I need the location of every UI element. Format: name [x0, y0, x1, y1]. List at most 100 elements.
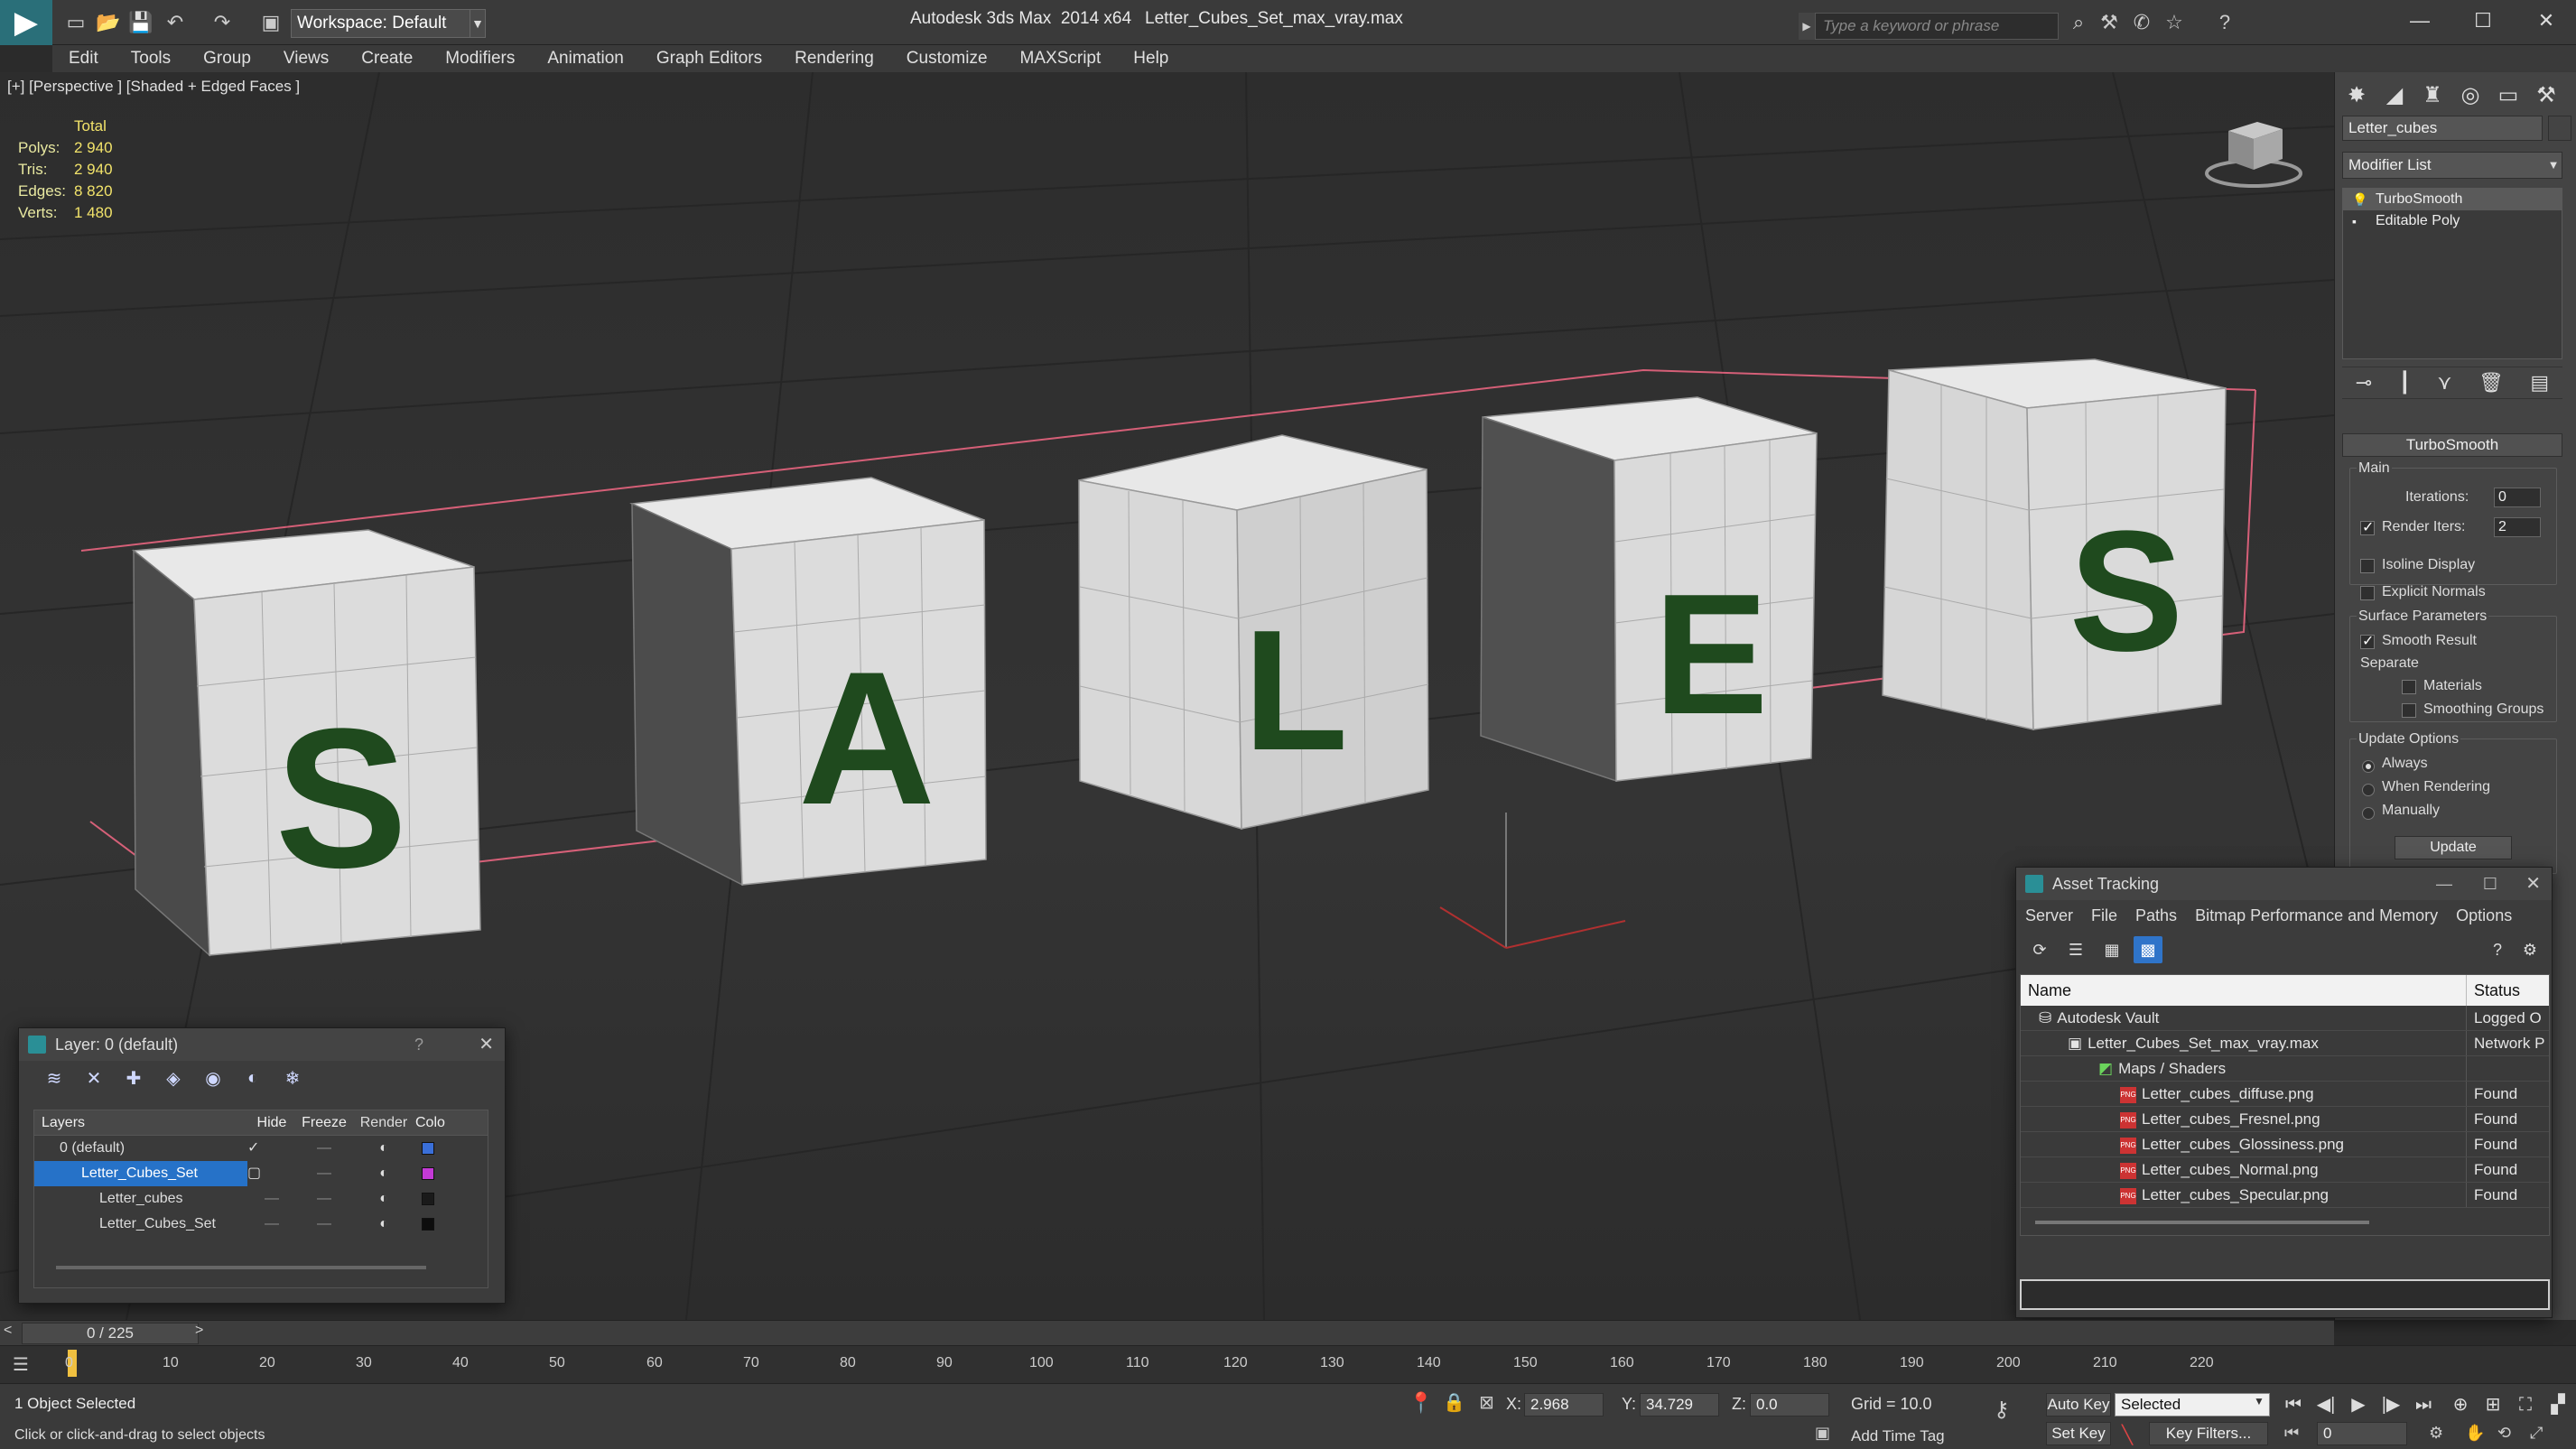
- search-input[interactable]: Type a keyword or phrase: [1815, 13, 2059, 40]
- project-folder-icon[interactable]: ▣: [258, 11, 284, 34]
- asset-row[interactable]: PNG Letter_cubes_Fresnel.png Found: [2021, 1107, 2549, 1132]
- time-slider[interactable]: < 0 / 225 >: [0, 1320, 2334, 1345]
- lock-icon[interactable]: 🔒: [1443, 1391, 1465, 1414]
- stack-item-editable-poly[interactable]: ▪ Editable Poly: [2343, 210, 2562, 232]
- isoline-checkbox[interactable]: [2360, 558, 2375, 574]
- track-bar[interactable]: ☰ 0 10 20 30 40 50 60 70 80 90 100 110 1…: [0, 1345, 2576, 1383]
- open-file-icon[interactable]: 📂: [96, 11, 121, 34]
- smooth-result-checkbox[interactable]: [2360, 632, 2375, 650]
- object-name-field[interactable]: Letter_cubes: [2342, 116, 2543, 141]
- iterations-spinner[interactable]: 0: [2494, 488, 2541, 507]
- asset-row[interactable]: PNG Letter_cubes_Normal.png Found: [2021, 1157, 2549, 1183]
- menu-maxscript[interactable]: MAXScript: [1004, 49, 1118, 69]
- time-config-icon[interactable]: ⚙: [2429, 1424, 2443, 1443]
- redo-icon[interactable]: ↷: [209, 11, 235, 34]
- layer-color[interactable]: [415, 1186, 441, 1212]
- absolute-mode-icon[interactable]: ⊠: [1479, 1391, 1494, 1414]
- select-objects-icon[interactable]: ◈: [160, 1067, 187, 1090]
- key-mode-toggle-icon[interactable]: ⏮: [2284, 1424, 2299, 1443]
- minimize-icon[interactable]: —: [2436, 868, 2452, 900]
- utilities-tab-icon[interactable]: ⚒: [2530, 79, 2562, 112]
- prev-key-icon[interactable]: ◀|: [2312, 1391, 2339, 1418]
- layer-row[interactable]: Letter_cubes — — ◐: [34, 1186, 488, 1212]
- asset-row[interactable]: ◩ Maps / Shaders: [2021, 1056, 2549, 1082]
- hierarchy-tab-icon[interactable]: ♜: [2416, 79, 2449, 112]
- horizontal-scrollbar[interactable]: [56, 1266, 426, 1269]
- viewport-label[interactable]: [+] [Perspective ] [Shaded + Edged Faces…: [7, 78, 300, 96]
- layer-color[interactable]: [415, 1212, 441, 1237]
- pan-icon[interactable]: ✋: [2465, 1424, 2485, 1443]
- menu-help[interactable]: Help: [1117, 49, 1185, 69]
- new-file-icon[interactable]: ▭: [63, 11, 88, 34]
- z-coordinate-field[interactable]: 0.0: [1750, 1393, 1829, 1416]
- smoothing-groups-checkbox[interactable]: [2402, 702, 2416, 719]
- maximize-icon[interactable]: ☐: [2483, 868, 2497, 900]
- freeze-toggle[interactable]: —: [296, 1186, 352, 1212]
- time-tag-icon[interactable]: ▣: [1815, 1424, 1830, 1443]
- remove-modifier-icon[interactable]: 🗑: [2478, 371, 2504, 395]
- render-toggle-icon[interactable]: ◐: [352, 1212, 415, 1237]
- field-of-view-icon[interactable]: ▞: [2544, 1391, 2571, 1418]
- object-color-swatch[interactable]: [2548, 116, 2571, 141]
- menu-customize[interactable]: Customize: [890, 49, 1004, 69]
- asset-menu-options[interactable]: Options: [2447, 906, 2521, 925]
- add-to-layer-icon[interactable]: ✚: [120, 1067, 147, 1090]
- layer-object-name[interactable]: Letter_cubes: [34, 1186, 247, 1212]
- frame-counter[interactable]: 0 / 225: [22, 1323, 199, 1344]
- active-layer-check-icon[interactable]: ✓: [247, 1136, 296, 1161]
- menu-animation[interactable]: Animation: [531, 49, 640, 69]
- key-mode-dropdown[interactable]: Selected: [2115, 1393, 2270, 1416]
- active-layer-box-icon[interactable]: ▢: [247, 1161, 296, 1186]
- motion-tab-icon[interactable]: ◎: [2454, 79, 2487, 112]
- rollout-header[interactable]: TurboSmooth: [2342, 433, 2562, 457]
- asset-menu-file[interactable]: File: [2082, 906, 2126, 925]
- col-layers[interactable]: Layers: [34, 1110, 247, 1135]
- configure-sets-icon[interactable]: ▤: [2530, 371, 2549, 395]
- col-color[interactable]: Colo: [415, 1110, 445, 1135]
- next-frame-icon[interactable]: >: [195, 1323, 203, 1339]
- asset-menu-server[interactable]: Server: [2016, 906, 2082, 925]
- close-icon[interactable]: ✕: [2528, 7, 2564, 34]
- prev-frame-icon[interactable]: <: [4, 1323, 12, 1339]
- menu-create[interactable]: Create: [345, 49, 429, 69]
- zoom-all-icon[interactable]: ⊞: [2479, 1391, 2506, 1418]
- next-key-icon[interactable]: |▶: [2377, 1391, 2404, 1418]
- help-icon[interactable]: ?: [414, 1028, 423, 1061]
- delete-layer-icon[interactable]: ✕: [80, 1067, 107, 1090]
- go-to-end-icon[interactable]: ⏭: [2410, 1391, 2437, 1418]
- communication-icon[interactable]: ✆: [2129, 11, 2154, 34]
- menu-views[interactable]: Views: [267, 49, 345, 69]
- cube-a[interactable]: A: [629, 477, 987, 887]
- freeze-toggle[interactable]: —: [296, 1161, 352, 1186]
- chevron-down-icon[interactable]: ▼: [2254, 1395, 2264, 1407]
- asset-row[interactable]: ⛁ Autodesk Vault Logged O: [2021, 1006, 2549, 1031]
- cube-s1[interactable]: S: [132, 529, 481, 957]
- go-to-start-icon[interactable]: ⏮: [2280, 1391, 2307, 1418]
- asset-window-titlebar[interactable]: Asset Tracking — ☐ ✕: [2016, 868, 2552, 900]
- layer-color[interactable]: [415, 1161, 441, 1186]
- modify-tab-icon[interactable]: ◢: [2378, 79, 2411, 112]
- asset-row[interactable]: PNG Letter_cubes_Glossiness.png Found: [2021, 1132, 2549, 1157]
- favorites-icon[interactable]: ☆: [2162, 11, 2187, 34]
- list-view-icon[interactable]: ☰: [2061, 936, 2090, 963]
- render-iters-checkbox[interactable]: [2360, 518, 2375, 536]
- add-time-tag[interactable]: Add Time Tag: [1851, 1427, 1945, 1445]
- key-filters-button[interactable]: Key Filters...: [2149, 1422, 2268, 1445]
- pin-stack-icon[interactable]: ⊸: [2356, 371, 2372, 395]
- when-rendering-radio[interactable]: [2362, 782, 2375, 798]
- save-file-icon[interactable]: 💾: [128, 11, 153, 34]
- zoom-icon[interactable]: ⊕: [2447, 1391, 2474, 1418]
- refresh-icon[interactable]: ⟳: [2025, 936, 2054, 963]
- workspace-dropdown[interactable]: Workspace: Default: [291, 9, 471, 38]
- asset-row[interactable]: ▣ Letter_Cubes_Set_max_vray.max Network P: [2021, 1031, 2549, 1056]
- create-tab-icon[interactable]: ✸: [2340, 79, 2373, 112]
- layer-window-titlebar[interactable]: Layer: 0 (default) ? ✕: [19, 1028, 505, 1061]
- current-frame-field[interactable]: 0: [2317, 1422, 2407, 1445]
- highlight-layer-icon[interactable]: ◉: [200, 1067, 227, 1090]
- col-status[interactable]: Status: [2467, 975, 2520, 1006]
- freeze-toggle[interactable]: —: [296, 1136, 352, 1161]
- layer-name[interactable]: 0 (default): [34, 1136, 247, 1161]
- help-icon[interactable]: ?: [2212, 11, 2237, 34]
- menu-modifiers[interactable]: Modifiers: [429, 49, 531, 69]
- hide-all-icon[interactable]: ◐: [239, 1068, 266, 1089]
